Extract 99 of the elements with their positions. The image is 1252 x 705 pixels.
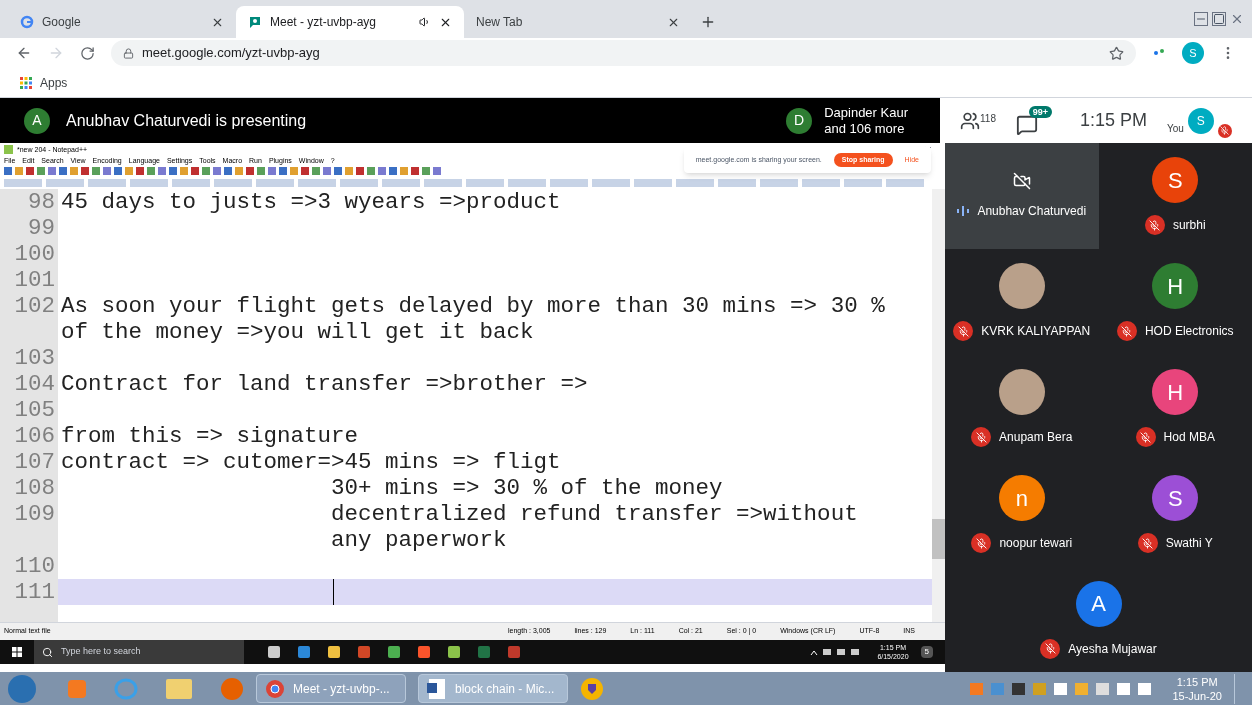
code-line: 45 days to justs =>3 wyears =>product	[61, 189, 561, 215]
participant-avatar: H	[1152, 263, 1199, 309]
code-line: Contract for land transfer =>brother =>	[61, 371, 588, 397]
line-number: 105	[13, 397, 55, 423]
tab-title: Google	[42, 14, 82, 31]
muted-icon	[1144, 215, 1165, 235]
participant-avatar: S	[1152, 475, 1199, 521]
clock-time: 1:15 PM	[1176, 674, 1218, 689]
code-line: any paperwork	[330, 527, 507, 553]
viewer-more: and 106 more	[824, 120, 906, 137]
windows-logo-icon[interactable]	[12, 647, 22, 657]
participant-name: KVRK KALIYAPPAN	[981, 323, 1091, 340]
people-button[interactable]: 118	[960, 110, 996, 131]
notification-count[interactable]: 5	[920, 646, 933, 658]
line-number: 110	[13, 553, 55, 579]
participant-name: Swathi Y	[1165, 535, 1213, 552]
line-number: 98	[27, 189, 55, 215]
muted-icon	[1116, 321, 1137, 341]
photo-placeholder	[998, 369, 1045, 415]
chrome-logo-icon	[265, 678, 285, 699]
toolbar-icons-drawing[interactable]	[4, 166, 444, 176]
presenter-avatar: A	[24, 107, 50, 134]
chat-badge: 99+	[1028, 105, 1052, 118]
chat-bubble-logo-icon	[248, 15, 262, 29]
lock-icon	[123, 47, 134, 59]
muted-icon	[971, 427, 992, 447]
muted-icon	[1135, 427, 1156, 447]
muted-icon	[953, 321, 974, 341]
line-number: 100	[13, 241, 55, 267]
apps-grid-icon[interactable]	[20, 76, 32, 89]
participant-name: noopur tewari	[999, 535, 1073, 552]
line-number: 108	[13, 475, 55, 501]
notepad-logo-icon	[4, 144, 13, 154]
bookmark-link[interactable]: Apps	[40, 73, 68, 92]
chat-icon	[1015, 113, 1038, 136]
taskbar-search-field[interactable]: Type here to search	[34, 640, 244, 664]
back-icon[interactable]	[16, 45, 32, 61]
line-number: 109	[13, 501, 55, 527]
text-cursor	[333, 579, 334, 605]
people-count: 118	[980, 111, 996, 126]
muted-icon	[1137, 533, 1158, 553]
muted-icon	[971, 533, 992, 553]
you-label: You	[1167, 122, 1184, 136]
muted-icon	[1040, 638, 1061, 659]
participant-name: Ayesha Mujawar	[1068, 640, 1157, 658]
line-number: 102	[13, 293, 55, 319]
line-number: 103	[13, 345, 55, 371]
participant-name: Anubhav Chaturvedi	[977, 203, 1087, 220]
presenting-text: Anubhav Chaturvedi is presenting	[66, 110, 307, 131]
muted-icon	[1217, 123, 1232, 138]
clock-date: 15-Jun-20	[1172, 688, 1222, 703]
participant-avatar: n	[998, 475, 1045, 521]
browser-tab[interactable]: Meet - yzt-uvbp-ayg	[236, 6, 464, 38]
line-number: 111	[13, 579, 55, 605]
browser-tab[interactable]: Google	[8, 6, 236, 38]
maximize-icon[interactable]	[1212, 12, 1226, 26]
tab-title: Meet - yzt-uvbp-ayg	[270, 14, 378, 31]
new-tab-icon[interactable]	[700, 14, 716, 30]
camera-off-icon	[1012, 172, 1031, 190]
browser-tab[interactable]: New Tab	[464, 6, 692, 38]
speaking-indicator-icon	[957, 206, 970, 216]
scrollbar[interactable]	[932, 189, 945, 622]
google-logo-icon	[20, 15, 34, 29]
code-line: 30+ mins => 30 % of the money	[330, 475, 723, 501]
participant-name: surbhi	[1172, 217, 1206, 234]
bookmark-star-icon[interactable]	[1109, 45, 1124, 61]
participant-avatar: S	[1152, 157, 1199, 203]
address-bar[interactable]: meet.google.com/yzt-uvbp-ayg	[111, 40, 1136, 66]
photo-placeholder	[998, 263, 1045, 309]
viewer-name: Dapinder Kaur	[824, 104, 908, 121]
participant-tile[interactable]: Anubhav Chaturvedi	[945, 143, 1099, 249]
code-line: contract => cutomer=>45 mins => fligt	[61, 449, 561, 475]
line-number: 107	[13, 449, 55, 475]
clock-text: 1:15 PM	[1079, 109, 1147, 132]
self-avatar: S	[1187, 107, 1214, 134]
participant-name: HOD Electronics	[1144, 323, 1234, 340]
minimize-icon[interactable]	[1194, 12, 1208, 26]
participant-name: Hod MBA	[1163, 429, 1215, 446]
code-line: As soon your flight gets delayed by more than 30 mins => 30 %	[61, 293, 885, 319]
participant-name: Anupam Bera	[999, 429, 1073, 446]
search-icon	[42, 646, 53, 658]
chat-button[interactable]: 99+	[1015, 105, 1052, 136]
tab-title: New Tab	[476, 14, 524, 31]
line-number: 106	[13, 423, 55, 449]
code-line: decentralized refund transfer =>without	[330, 501, 858, 527]
line-number: 101	[13, 267, 55, 293]
document-icon	[427, 678, 447, 699]
start-button[interactable]	[8, 674, 36, 703]
participant-avatar: H	[1152, 369, 1199, 415]
line-number: 104	[13, 371, 55, 397]
people-icon	[960, 110, 980, 131]
participant-avatar: A	[1075, 580, 1122, 627]
code-line: from this => signature	[61, 423, 359, 449]
line-number: 99	[27, 215, 55, 241]
reload-icon[interactable]	[80, 45, 95, 61]
code-line: of the money =>you will get it back	[61, 319, 534, 345]
url-text: meet.google.com/yzt-uvbp-ayg	[142, 44, 320, 63]
viewer-avatar: D	[786, 107, 813, 134]
shield-app-icon[interactable]	[580, 676, 604, 701]
